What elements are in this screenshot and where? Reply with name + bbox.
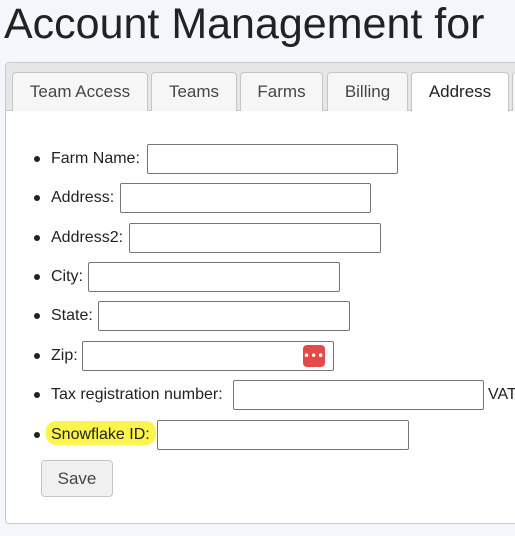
page-title: Account Management for [4,0,485,48]
bullet [34,195,40,201]
farm-name-label: Farm Name: [51,150,140,167]
address2-label: Address2: [51,229,124,246]
bullet [34,432,40,438]
list-item: Zip: •••| [6,341,515,371]
bullet [34,274,40,280]
bullet [34,313,40,319]
snowflake-id-field[interactable] [157,420,409,450]
tab-bar: Team Access Teams Farms Billing Address [6,63,515,112]
address-label: Address: [51,189,115,206]
list-item: Farm Name: [6,144,515,174]
list-item: Tax registration number: VAT [6,380,515,410]
city-field[interactable] [88,262,340,292]
address-field[interactable] [120,183,371,213]
city-label: City: [51,268,83,285]
snowflake-id-label: Snowflake ID: [51,426,150,443]
tax-registration-label: Tax registration number: [51,386,223,403]
vat-label: VAT [488,386,515,403]
state-label: State: [51,307,93,324]
zip-field[interactable]: •••| [82,341,334,371]
farm-name-field[interactable] [147,144,398,174]
password-manager-icon[interactable]: •••| [303,345,328,367]
tab-farms[interactable]: Farms [240,72,323,111]
zip-label: Zip: [51,347,78,364]
bullet [34,156,40,162]
tab-billing[interactable]: Billing [327,72,408,111]
list-item: Address: [6,183,515,213]
tax-registration-field[interactable] [233,380,484,410]
bullet [34,235,40,241]
save-button[interactable]: Save [41,460,113,497]
list-item: City: [6,262,515,292]
tab-teams[interactable]: Teams [151,72,237,111]
list-item: State: [6,301,515,331]
list-item: Snowflake ID: [6,420,515,450]
address2-field[interactable] [129,223,381,253]
tab-team-access[interactable]: Team Access [12,72,148,111]
state-field[interactable] [98,301,350,331]
tab-address[interactable]: Address [411,72,509,112]
list-item: Address2: [6,223,515,253]
bullet [34,353,40,359]
account-panel: Team Access Teams Farms Billing Address … [5,62,515,524]
bullet [34,392,40,398]
